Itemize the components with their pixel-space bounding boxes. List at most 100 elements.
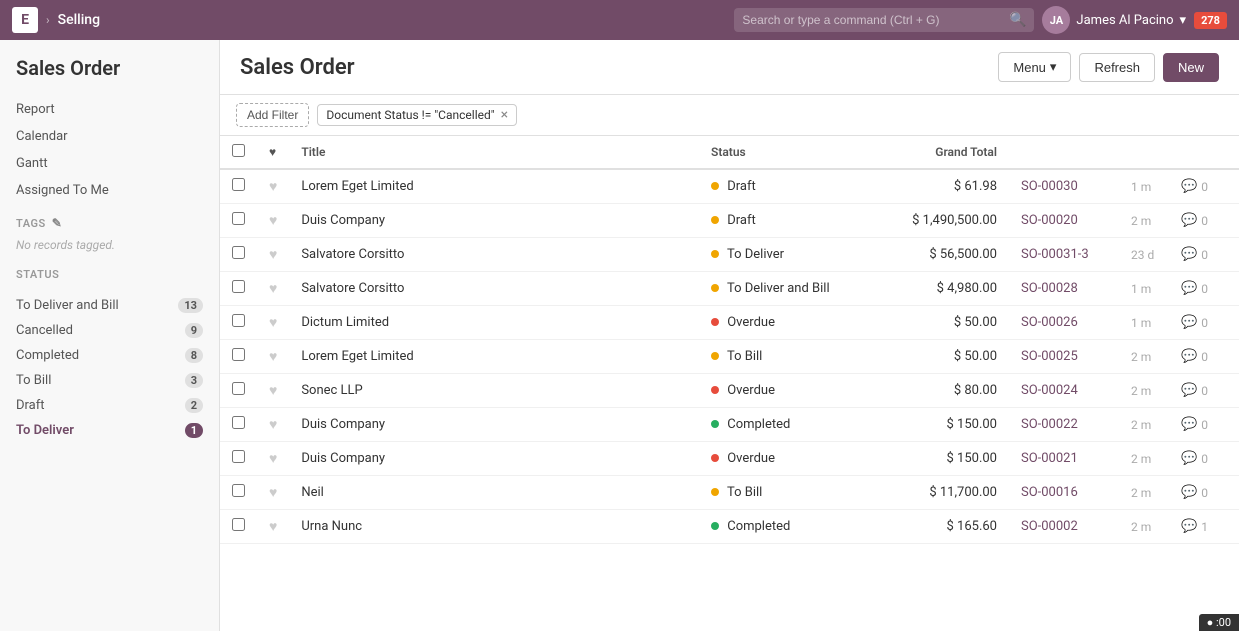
status-filter-completed[interactable]: Completed 8 (0, 343, 219, 368)
col-actions (1169, 136, 1239, 169)
row-checkbox[interactable] (232, 178, 245, 191)
favorite-icon[interactable]: ♥ (269, 179, 277, 195)
row-total: $ 56,500.00 (859, 238, 1009, 272)
favorite-icon[interactable]: ♥ (269, 519, 277, 535)
favorite-icon[interactable]: ♥ (269, 213, 277, 229)
comment-icon[interactable]: 💬 (1181, 179, 1197, 194)
favorite-icon[interactable]: ♥ (269, 349, 277, 365)
status-filter-to-deliver-and-bill[interactable]: To Deliver and Bill 13 (0, 293, 219, 318)
comment-icon[interactable]: 💬 (1181, 383, 1197, 398)
row-checkbox[interactable] (232, 518, 245, 531)
table-row[interactable]: ♥ Neil To Bill $ 11,700.00 SO-00016 2 m … (220, 476, 1239, 510)
row-id[interactable]: SO-00016 (1009, 476, 1119, 510)
search-input[interactable] (742, 13, 1003, 27)
add-filter-button[interactable]: Add Filter (236, 103, 309, 127)
row-checkbox[interactable] (232, 314, 245, 327)
table-row[interactable]: ♥ Duis Company Overdue $ 150.00 SO-00021… (220, 442, 1239, 476)
comment-icon[interactable]: 💬 (1181, 349, 1197, 364)
table-row[interactable]: ♥ Dictum Limited Overdue $ 50.00 SO-0002… (220, 306, 1239, 340)
app-logo[interactable]: E (12, 7, 38, 33)
sidebar-item-report[interactable]: Report (0, 96, 219, 123)
col-status[interactable]: Status (699, 136, 859, 169)
filter-close-icon[interactable]: × (501, 108, 508, 122)
col-title[interactable]: Title (289, 136, 699, 169)
row-title[interactable]: Dictum Limited (289, 306, 699, 340)
row-id[interactable]: SO-00030 (1009, 169, 1119, 204)
comment-icon[interactable]: 💬 (1181, 417, 1197, 432)
new-button[interactable]: New (1163, 53, 1219, 82)
row-id[interactable]: SO-00020 (1009, 204, 1119, 238)
row-checkbox-cell (220, 306, 257, 340)
status-filter-to-deliver[interactable]: To Deliver 1 (0, 418, 219, 443)
menu-button[interactable]: Menu ▾ (998, 52, 1071, 82)
table-row[interactable]: ♥ Lorem Eget Limited To Bill $ 50.00 SO-… (220, 340, 1239, 374)
row-title[interactable]: Urna Nunc (289, 510, 699, 544)
comment-icon[interactable]: 💬 (1181, 519, 1197, 534)
row-id[interactable]: SO-00031-3 (1009, 238, 1119, 272)
row-title[interactable]: Salvatore Corsitto (289, 238, 699, 272)
favorite-icon[interactable]: ♥ (269, 281, 277, 297)
comment-icon[interactable]: 💬 (1181, 247, 1197, 262)
active-filter-tag: Document Status != "Cancelled" × (317, 104, 517, 126)
comment-icon[interactable]: 💬 (1181, 281, 1197, 296)
row-title[interactable]: Lorem Eget Limited (289, 169, 699, 204)
status-label: To Bill (727, 485, 762, 500)
row-checkbox[interactable] (232, 382, 245, 395)
row-id[interactable]: SO-00022 (1009, 408, 1119, 442)
row-checkbox[interactable] (232, 484, 245, 497)
row-title[interactable]: Duis Company (289, 442, 699, 476)
favorite-icon[interactable]: ♥ (269, 451, 277, 467)
comment-icon[interactable]: 💬 (1181, 213, 1197, 228)
table-row[interactable]: ♥ Duis Company Draft $ 1,490,500.00 SO-0… (220, 204, 1239, 238)
favorite-icon[interactable]: ♥ (269, 383, 277, 399)
tags-edit-icon[interactable]: ✎ (52, 216, 63, 230)
comment-count: 0 (1201, 486, 1208, 500)
row-id[interactable]: SO-00024 (1009, 374, 1119, 408)
row-title[interactable]: Duis Company (289, 408, 699, 442)
row-title[interactable]: Salvatore Corsitto (289, 272, 699, 306)
refresh-button[interactable]: Refresh (1079, 53, 1155, 82)
row-status: To Deliver and Bill (699, 272, 859, 306)
row-checkbox[interactable] (232, 450, 245, 463)
favorite-icon[interactable]: ♥ (269, 417, 277, 433)
row-actions: 💬 0 (1169, 442, 1239, 476)
table-row[interactable]: ♥ Lorem Eget Limited Draft $ 61.98 SO-00… (220, 169, 1239, 204)
user-menu[interactable]: JA James Al Pacino ▾ (1042, 6, 1186, 34)
row-checkbox[interactable] (232, 416, 245, 429)
status-filter-draft[interactable]: Draft 2 (0, 393, 219, 418)
table-row[interactable]: ♥ Salvatore Corsitto To Deliver and Bill… (220, 272, 1239, 306)
table-row[interactable]: ♥ Salvatore Corsitto To Deliver $ 56,500… (220, 238, 1239, 272)
row-id[interactable]: SO-00021 (1009, 442, 1119, 476)
search-bar[interactable]: 🔍 (734, 8, 1034, 32)
favorite-icon[interactable]: ♥ (269, 485, 277, 501)
row-id[interactable]: SO-00025 (1009, 340, 1119, 374)
col-grand-total[interactable]: Grand Total (859, 136, 1009, 169)
comment-icon[interactable]: 💬 (1181, 485, 1197, 500)
comment-icon[interactable]: 💬 (1181, 315, 1197, 330)
row-checkbox[interactable] (232, 212, 245, 225)
row-title[interactable]: Duis Company (289, 204, 699, 238)
row-time: 1 m (1119, 169, 1169, 204)
favorite-icon[interactable]: ♥ (269, 315, 277, 331)
select-all-checkbox[interactable] (232, 144, 245, 157)
sidebar-item-gantt[interactable]: Gantt (0, 150, 219, 177)
row-id[interactable]: SO-00026 (1009, 306, 1119, 340)
row-title[interactable]: Sonec LLP (289, 374, 699, 408)
row-checkbox[interactable] (232, 280, 245, 293)
row-id[interactable]: SO-00002 (1009, 510, 1119, 544)
sidebar-item-calendar[interactable]: Calendar (0, 123, 219, 150)
row-checkbox[interactable] (232, 246, 245, 259)
notification-badge[interactable]: 278 (1194, 12, 1227, 29)
favorite-icon[interactable]: ♥ (269, 247, 277, 263)
row-checkbox[interactable] (232, 348, 245, 361)
row-title[interactable]: Lorem Eget Limited (289, 340, 699, 374)
status-filter-to-bill[interactable]: To Bill 3 (0, 368, 219, 393)
row-id[interactable]: SO-00028 (1009, 272, 1119, 306)
comment-icon[interactable]: 💬 (1181, 451, 1197, 466)
row-title[interactable]: Neil (289, 476, 699, 510)
table-row[interactable]: ♥ Sonec LLP Overdue $ 80.00 SO-00024 2 m… (220, 374, 1239, 408)
status-filter-cancelled[interactable]: Cancelled 9 (0, 318, 219, 343)
table-row[interactable]: ♥ Duis Company Completed $ 150.00 SO-000… (220, 408, 1239, 442)
table-row[interactable]: ♥ Urna Nunc Completed $ 165.60 SO-00002 … (220, 510, 1239, 544)
sidebar-item-assigned-to-me[interactable]: Assigned To Me (0, 177, 219, 204)
